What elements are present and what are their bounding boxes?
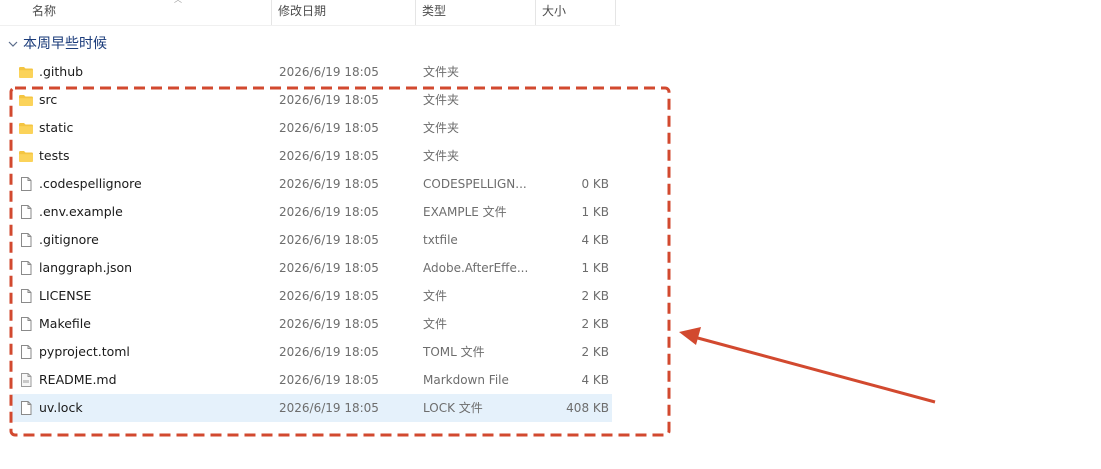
file-modified-date: 2026/6/19 18:05	[279, 401, 379, 415]
file-row[interactable]: src 2026/6/19 18:05 文件夹	[12, 86, 612, 114]
file-row[interactable]: .env.example 2026/6/19 18:05 EXAMPLE 文件 1 K…	[12, 198, 612, 226]
file-type: Adobe.AfterEffe...	[423, 261, 529, 275]
file-type: txtfile	[423, 233, 458, 247]
file-icon	[21, 261, 32, 275]
file-row[interactable]: pyproject.toml 2026/6/19 18:05 TOML 文件 2 KB	[12, 338, 612, 366]
file-row[interactable]: tests 2026/6/19 18:05 文件夹	[12, 142, 612, 170]
file-modified-date: 2026/6/19 18:05	[279, 289, 379, 303]
folder-icon	[19, 95, 33, 106]
file-icon	[21, 205, 32, 219]
column-modified-header[interactable]: 修改日期	[272, 0, 416, 25]
file-type: 文件	[423, 289, 448, 303]
file-type: 文件夹	[423, 65, 460, 79]
column-type-label: 类型	[422, 4, 447, 18]
file-modified-date: 2026/6/19 18:05	[279, 149, 379, 163]
file-modified-date: 2026/6/19 18:05	[279, 205, 379, 219]
file-icon	[21, 401, 32, 415]
file-size	[529, 58, 609, 86]
file-size: 1 KB	[581, 261, 609, 275]
file-type: Markdown File	[423, 373, 509, 387]
file-name: LICENSE	[39, 288, 92, 303]
column-size-label: 大小	[542, 4, 567, 18]
column-name-header[interactable]: 名称 ︿	[26, 0, 272, 25]
file-name: README.md	[39, 372, 117, 387]
file-modified-date: 2026/6/19 18:05	[279, 373, 379, 387]
group-label: 本周早些时候	[23, 36, 107, 52]
file-modified-date: 2026/6/19 18:05	[279, 121, 379, 135]
file-row[interactable]: .gitignore 2026/6/19 18:05 txtfile 4 KB	[12, 226, 612, 254]
column-modified-label: 修改日期	[278, 4, 327, 18]
file-size: 2 KB	[581, 289, 609, 303]
file-name: .github	[39, 64, 84, 79]
file-modified-date: 2026/6/19 18:05	[279, 177, 379, 191]
folder-icon	[19, 151, 33, 162]
markdown-file-icon	[21, 373, 32, 387]
file-size: 4 KB	[581, 373, 609, 387]
file-explorer-view: 名称 ︿ 修改日期 类型 大小 本周早些时候 .github 2026/6/19 …	[0, 0, 1101, 469]
chevron-down-icon	[8, 41, 18, 47]
file-type: TOML 文件	[423, 345, 485, 359]
file-size: 0 KB	[581, 177, 609, 191]
column-type-header[interactable]: 类型	[416, 0, 536, 25]
file-row[interactable]: static 2026/6/19 18:05 文件夹	[12, 114, 612, 142]
column-header: 名称 ︿ 修改日期 类型 大小	[0, 0, 620, 26]
file-type: 文件夹	[423, 149, 460, 163]
file-row[interactable]: Makefile 2026/6/19 18:05 文件 2 KB	[12, 310, 612, 338]
annotation-arrow-line	[693, 335, 936, 404]
file-size: 4 KB	[581, 233, 609, 247]
file-modified-date: 2026/6/19 18:05	[279, 93, 379, 107]
file-icon	[21, 177, 32, 191]
file-type: LOCK 文件	[423, 401, 483, 415]
file-name: .codespellignore	[39, 176, 142, 191]
column-name-label: 名称	[32, 4, 57, 18]
file-type: 文件夹	[423, 93, 460, 107]
file-type: EXAMPLE 文件	[423, 205, 507, 219]
file-name: .gitignore	[39, 232, 99, 247]
annotation-arrow-head	[679, 327, 701, 345]
file-type: 文件夹	[423, 121, 460, 135]
file-modified-date: 2026/6/19 18:05	[279, 65, 379, 79]
file-type: 文件	[423, 317, 448, 331]
file-icon	[21, 345, 32, 359]
column-size-header[interactable]: 大小	[536, 0, 616, 25]
sort-caret-icon: ︿	[174, 0, 182, 4]
folder-icon	[19, 67, 33, 78]
file-row[interactable]: README.md 2026/6/19 18:05 Markdown File 4 K…	[12, 366, 612, 394]
file-size	[529, 86, 609, 114]
group-header[interactable]: 本周早些时候	[6, 34, 107, 54]
file-modified-date: 2026/6/19 18:05	[279, 233, 379, 247]
file-row[interactable]: uv.lock 2026/6/19 18:05 LOCK 文件 408 KB	[12, 394, 612, 422]
file-modified-date: 2026/6/19 18:05	[279, 261, 379, 275]
file-type: CODESPELLIGN...	[423, 177, 527, 191]
folder-icon	[19, 123, 33, 134]
file-row[interactable]: .codespellignore 2026/6/19 18:05 CODESPELL…	[12, 170, 612, 198]
file-name: static	[39, 120, 74, 135]
file-name: langgraph.json	[39, 260, 133, 275]
file-name: src	[39, 92, 58, 107]
file-size: 1 KB	[581, 205, 609, 219]
file-row[interactable]: .github 2026/6/19 18:05 文件夹	[12, 58, 612, 86]
file-name: uv.lock	[39, 400, 83, 415]
file-name: pyproject.toml	[39, 344, 130, 359]
file-icon	[21, 317, 32, 331]
file-name: .env.example	[39, 204, 123, 219]
file-name: tests	[39, 148, 70, 163]
file-icon	[21, 289, 32, 303]
file-row[interactable]: LICENSE 2026/6/19 18:05 文件 2 KB	[12, 282, 612, 310]
file-size	[529, 114, 609, 142]
file-name: Makefile	[39, 316, 91, 331]
file-size: 2 KB	[581, 345, 609, 359]
file-size: 408 KB	[566, 401, 609, 415]
file-row[interactable]: langgraph.json 2026/6/19 18:05 Adobe.After…	[12, 254, 612, 282]
file-icon	[21, 233, 32, 247]
file-size: 2 KB	[581, 317, 609, 331]
file-modified-date: 2026/6/19 18:05	[279, 317, 379, 331]
file-modified-date: 2026/6/19 18:05	[279, 345, 379, 359]
file-size	[529, 142, 609, 170]
